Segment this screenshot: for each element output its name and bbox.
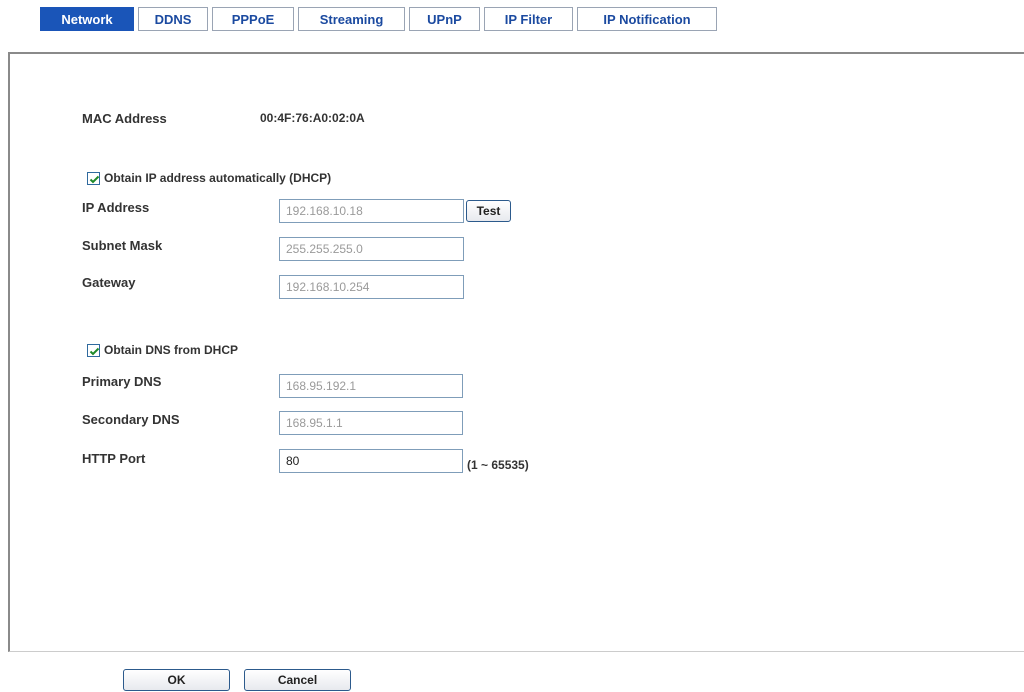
dns-dhcp-option: Obtain DNS from DHCP [87,343,238,357]
dns-dhcp-checkbox[interactable] [87,343,100,357]
tab-pppoe[interactable]: PPPoE [212,7,294,31]
dhcp-label: Obtain IP address automatically (DHCP) [104,171,332,185]
dhcp-checkbox[interactable] [87,171,100,185]
primary-dns-field[interactable]: 168.95.192.1 [279,374,463,398]
cancel-button[interactable]: Cancel [244,669,351,691]
tab-ip-filter[interactable]: IP Filter [484,7,573,31]
tab-streaming[interactable]: Streaming [298,7,405,31]
subnet-mask-field[interactable]: 255.255.255.0 [279,237,464,261]
http-port-label: HTTP Port [82,451,146,466]
dns-dhcp-label: Obtain DNS from DHCP [104,343,239,357]
mac-address-value: 00:4F:76:A0:02:0A [260,111,365,125]
tab-ip-notification[interactable]: IP Notification [577,7,717,31]
primary-dns-label: Primary DNS [82,374,162,389]
gateway-field[interactable]: 192.168.10.254 [279,275,464,299]
secondary-dns-field[interactable]: 168.95.1.1 [279,411,463,435]
tab-bar: Network DDNS PPPoE Streaming UPnP IP Fil… [40,7,717,31]
tab-upnp[interactable]: UPnP [409,7,480,31]
tab-network[interactable]: Network [40,7,134,31]
ip-address-label: IP Address [82,200,150,215]
test-button[interactable]: Test [466,200,511,222]
checkmark-icon [89,175,100,183]
mac-address-label: MAC Address [82,111,167,126]
secondary-dns-label: Secondary DNS [82,412,180,427]
http-port-field[interactable]: 80 [279,449,463,473]
checkmark-icon [89,347,100,355]
gateway-label: Gateway [82,275,136,290]
dhcp-option: Obtain IP address automatically (DHCP) [87,171,331,185]
ip-address-field[interactable]: 192.168.10.18 [279,199,464,223]
ok-button[interactable]: OK [123,669,230,691]
tab-ddns[interactable]: DDNS [138,7,208,31]
subnet-mask-label: Subnet Mask [82,238,163,253]
http-port-range-hint: (1 ~ 65535) [467,458,529,472]
